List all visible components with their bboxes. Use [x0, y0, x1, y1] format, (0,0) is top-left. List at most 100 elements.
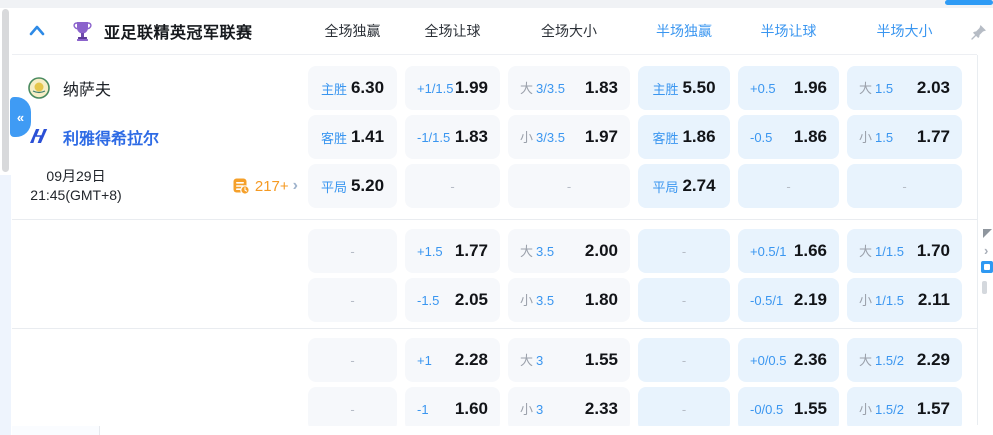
odds-cell-empty: -: [308, 278, 397, 322]
ou-line: 1/1.5: [875, 244, 904, 259]
empty-dash: -: [567, 179, 571, 194]
odds-cell-ft-overunder[interactable]: 大3 1.55: [508, 338, 630, 382]
odds-cell-ft-overunder[interactable]: 大3/3.5 1.83: [508, 66, 630, 110]
ou-direction: 大: [859, 353, 872, 368]
home-team-row[interactable]: 纳萨夫: [12, 66, 304, 110]
odds-cell-ft-handicap[interactable]: -1/1.5 1.83: [405, 115, 500, 159]
empty-dash: -: [450, 179, 454, 194]
left-spacer: [12, 338, 304, 431]
ou-line-group: 小3/3.5: [520, 127, 565, 147]
next-section-top: [12, 426, 993, 435]
odds-cell-ft-overunder[interactable]: 小3.5 1.80: [508, 278, 630, 322]
odds-value: 1.86: [682, 127, 715, 147]
ou-direction: 小: [859, 293, 872, 308]
odds-cell-ft-1x2[interactable]: 主胜 6.30: [308, 66, 397, 110]
odds-cell-ht-overunder[interactable]: 小1/1.5 2.11: [847, 278, 962, 322]
ou-direction: 大: [520, 353, 533, 368]
empty-dash: -: [682, 293, 686, 308]
odds-label: 主胜: [321, 79, 347, 98]
match-info-panel: 纳萨夫 利雅得希拉尔 09月29日 21:45(GMT+8): [12, 66, 304, 213]
home-team-logo: [28, 77, 50, 99]
empty-dash: -: [682, 402, 686, 417]
odds-cell-empty: -: [638, 338, 730, 382]
sidebar-collapse-tab[interactable]: «: [10, 97, 31, 137]
odds-cell-ht-overunder[interactable]: 大1/1.5 1.70: [847, 229, 962, 273]
ou-direction: 大: [520, 244, 533, 259]
vertical-scrollbar-thumb[interactable]: [2, 9, 9, 172]
odds-value: 6.30: [351, 78, 384, 98]
odds-label: 主胜: [652, 79, 678, 98]
empty-dash: -: [350, 402, 354, 417]
odds-cell-ft-overunder[interactable]: 小3/3.5 1.97: [508, 115, 630, 159]
odds-cell-ht-overunder[interactable]: 大1.5/2 2.29: [847, 338, 962, 382]
odds-cell-ft-overunder[interactable]: 小3 2.33: [508, 387, 630, 431]
ou-line: 3/3.5: [536, 130, 565, 145]
left-spacer: [12, 229, 304, 322]
empty-dash: -: [350, 353, 354, 368]
ou-line-group: 大3.5: [520, 241, 554, 261]
market-tab-ht-handicap[interactable]: 半场让球: [734, 21, 843, 41]
partial-icon-wedge: [983, 229, 992, 238]
empty-dash: -: [350, 293, 354, 308]
ou-line-group: 小1.5/2: [859, 399, 904, 419]
odds-cell-ht-handicap[interactable]: -0/0.5 1.55: [738, 387, 839, 431]
odds-label: 客胜: [321, 128, 347, 147]
left-background-strip: [0, 175, 11, 435]
market-tab-ft-handicap[interactable]: 全场让球: [401, 21, 504, 41]
pin-icon[interactable]: [971, 24, 987, 45]
market-tab-ht-1x2[interactable]: 半场独赢: [634, 21, 734, 41]
market-tab-ft-1x2[interactable]: 全场独赢: [304, 21, 401, 41]
ou-line-group: 大1/1.5: [859, 241, 904, 261]
odds-section-alt1: - +1.5 1.77 大3.5 2.00 - +0.5/1 1.66: [12, 219, 977, 328]
odds-value: 2.19: [794, 290, 827, 310]
ou-line-group: 大1.5: [859, 78, 893, 98]
odds-cell-ht-handicap[interactable]: +0.5/1 1.66: [738, 229, 839, 273]
odds-cell-ht-overunder[interactable]: 小1.5/2 1.57: [847, 387, 962, 431]
odds-cell-ft-overunder[interactable]: 大3.5 2.00: [508, 229, 630, 273]
odds-cell-ht-handicap[interactable]: -0.5/1 2.19: [738, 278, 839, 322]
odds-cell-ht-1x2[interactable]: 平局 2.74: [638, 164, 730, 208]
odds-label: 平局: [321, 177, 347, 196]
odds-value: 1.77: [455, 241, 488, 261]
odds-value: 2.05: [455, 290, 488, 310]
market-tab-ft-overunder[interactable]: 全场大小: [504, 21, 634, 41]
odds-cell-ft-handicap[interactable]: +1/1.5 1.99: [405, 66, 500, 110]
handicap-line: +0/0.5: [750, 353, 787, 368]
handicap-line: -1/1.5: [417, 130, 450, 145]
ou-direction: 小: [859, 402, 872, 417]
market-tab-ht-overunder[interactable]: 半场大小: [843, 21, 966, 41]
away-team-row[interactable]: 利雅得希拉尔: [12, 115, 304, 159]
odds-value: 1.57: [917, 399, 950, 419]
odds-cell-empty: -: [508, 164, 630, 208]
odds-cell-ht-1x2[interactable]: 客胜 1.86: [638, 115, 730, 159]
odds-value: 5.20: [351, 176, 384, 196]
odds-cell-ft-1x2[interactable]: 平局 5.20: [308, 164, 397, 208]
handicap-line: -0.5/1: [750, 293, 783, 308]
odds-cell-ht-overunder[interactable]: 小1.5 1.77: [847, 115, 962, 159]
odds-cell-ft-handicap[interactable]: +1.5 1.77: [405, 229, 500, 273]
odds-cell-ht-handicap[interactable]: +0.5 1.96: [738, 66, 839, 110]
odds-label: 平局: [652, 177, 678, 196]
odds-cell-ht-overunder[interactable]: 大1.5 2.03: [847, 66, 962, 110]
empty-dash: -: [902, 179, 906, 194]
collapse-league-icon[interactable]: [28, 23, 46, 39]
more-markets-chevron-icon: ›: [293, 178, 298, 194]
odds-cell-ht-1x2[interactable]: 主胜 5.50: [638, 66, 730, 110]
more-markets-link[interactable]: 217+ ›: [232, 177, 298, 195]
odds-cell-ft-handicap[interactable]: +1 2.28: [405, 338, 500, 382]
away-team-name: 利雅得希拉尔: [63, 125, 159, 149]
handicap-line: -1: [417, 402, 429, 417]
odds-cell-ft-1x2[interactable]: 客胜 1.41: [308, 115, 397, 159]
odds-row: - -1 1.60 小3 2.33 - -0/0.5 1.55: [304, 387, 977, 431]
handicap-line: -0/0.5: [750, 402, 783, 417]
odds-cell-ft-handicap[interactable]: -1.5 2.05: [405, 278, 500, 322]
odds-cell-ht-handicap[interactable]: +0/0.5 2.36: [738, 338, 839, 382]
odds-cell-ft-handicap[interactable]: -1 1.60: [405, 387, 500, 431]
ou-line: 3: [536, 402, 543, 417]
odds-cell-empty: -: [638, 387, 730, 431]
right-panel-divider: [977, 55, 978, 425]
top-background-strip: [0, 0, 993, 8]
odds-value: 1.83: [585, 78, 618, 98]
odds-value: 1.99: [455, 78, 488, 98]
odds-cell-ht-handicap[interactable]: -0.5 1.86: [738, 115, 839, 159]
